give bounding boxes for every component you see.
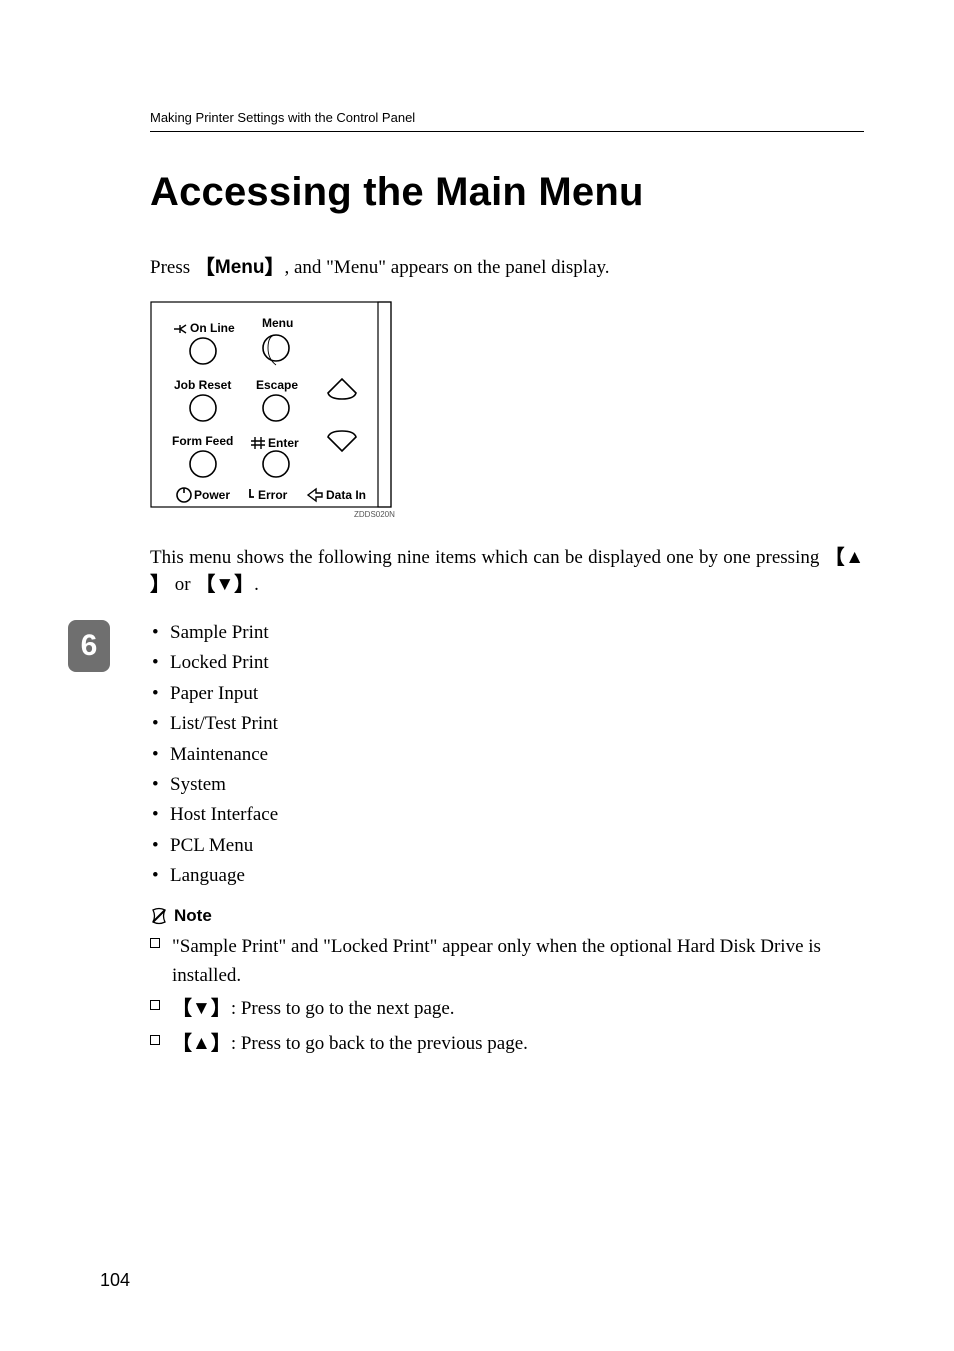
n2-arrow: ▼ — [192, 999, 211, 1018]
menu-key-label: Menu — [215, 257, 265, 278]
mp-or: or — [170, 574, 195, 595]
chapter-tab: 6 — [68, 620, 110, 672]
n2-close: 】 — [211, 998, 231, 1020]
diagram-svg: On Line Menu Job Reset Escape Form Feed — [150, 301, 410, 521]
n3-close: 】 — [211, 1033, 231, 1055]
label-form-feed: Form Feed — [172, 434, 233, 448]
diagram-caption: ZDDS020N — [354, 510, 395, 519]
n3-text: : Press to go back to the previous page. — [231, 1033, 528, 1054]
down-arrow-key: ▼ — [215, 575, 234, 594]
square-bullet-icon — [150, 1000, 160, 1010]
list-item: Language — [150, 861, 864, 891]
list-item: System — [150, 770, 864, 800]
list-item: Locked Print — [150, 648, 864, 678]
square-bullet-icon — [150, 1035, 160, 1045]
running-header: Making Printer Settings with the Control… — [150, 110, 864, 132]
down-bracket-close: 】 — [234, 574, 254, 596]
label-job-reset: Job Reset — [174, 378, 231, 392]
up-bracket-close: 】 — [150, 574, 170, 596]
page-number: 104 — [100, 1270, 130, 1291]
n3-open: 【 — [172, 1033, 192, 1055]
note-item: 【▼】: Press to go to the next page. — [150, 994, 864, 1025]
n3-arrow: ▲ — [192, 1034, 211, 1053]
down-bracket-open: 【 — [195, 574, 215, 596]
intro-post: , and "Menu" appears on the panel displa… — [284, 257, 609, 278]
n2-text: : Press to go to the next page. — [231, 998, 455, 1019]
bracket-open: 【 — [195, 257, 215, 279]
intro-pre: Press — [150, 257, 195, 278]
square-bullet-icon — [150, 938, 160, 948]
control-panel-diagram: On Line Menu Job Reset Escape Form Feed — [150, 301, 864, 521]
note1-text: "Sample Print" and "Locked Print" appear… — [172, 936, 821, 986]
mp-period: . — [254, 574, 259, 595]
note-label: Note — [174, 906, 212, 926]
page-title: Accessing the Main Menu — [150, 170, 864, 215]
label-escape: Escape — [256, 378, 298, 392]
note-heading: Note — [150, 906, 864, 926]
label-data-in: Data In — [326, 488, 366, 502]
bracket-close: 】 — [264, 257, 284, 279]
label-menu: Menu — [262, 316, 293, 330]
list-item: List/Test Print — [150, 709, 864, 739]
menu-item-list: Sample Print Locked Print Paper Input Li… — [150, 618, 864, 892]
label-on-line: On Line — [190, 321, 235, 335]
middle-paragraph: This menu shows the following nine items… — [150, 545, 864, 599]
list-item: PCL Menu — [150, 831, 864, 861]
error-icon — [250, 489, 254, 497]
intro-paragraph: Press 【Menu】, and "Menu" appears on the … — [150, 255, 864, 282]
note-item: "Sample Print" and "Locked Print" appear… — [150, 932, 864, 991]
hash-icon — [251, 437, 265, 449]
label-error: Error — [258, 488, 288, 502]
page-container: Making Printer Settings with the Control… — [0, 0, 954, 1351]
n2-open: 【 — [172, 998, 192, 1020]
label-power: Power — [194, 488, 230, 502]
down-arrow-icon — [328, 431, 356, 451]
label-enter: Enter — [268, 436, 299, 450]
note-list: "Sample Print" and "Locked Print" appear… — [150, 932, 864, 1061]
up-bracket-open: 【 — [825, 547, 846, 569]
note-icon — [150, 907, 168, 925]
up-arrow-icon — [328, 379, 356, 399]
list-item: Paper Input — [150, 679, 864, 709]
note-item: 【▲】: Press to go back to the previous pa… — [150, 1029, 864, 1060]
list-item: Sample Print — [150, 618, 864, 648]
data-in-icon — [308, 489, 322, 501]
mp-text-a: This menu shows the following nine items… — [150, 547, 825, 568]
list-item: Host Interface — [150, 800, 864, 830]
list-item: Maintenance — [150, 740, 864, 770]
up-arrow-key: ▲ — [845, 548, 864, 567]
